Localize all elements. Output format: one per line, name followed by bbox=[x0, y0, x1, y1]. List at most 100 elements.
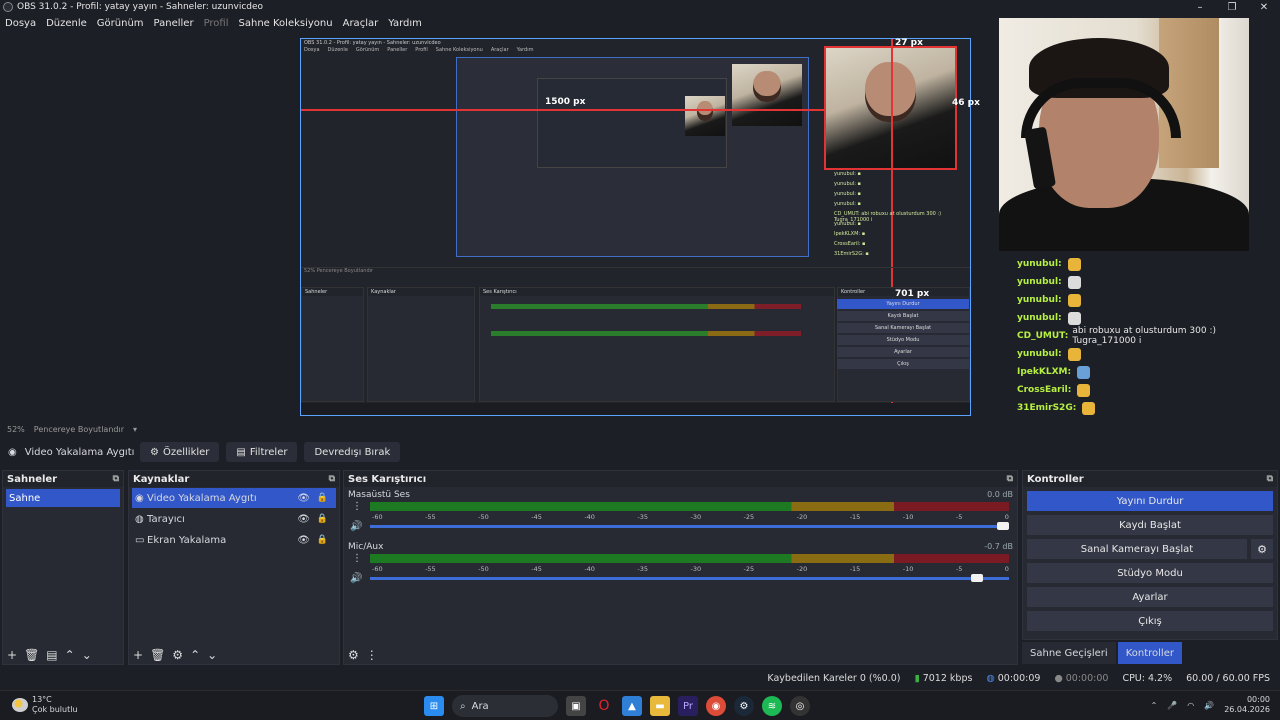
speaker-icon[interactable]: 🔊 bbox=[350, 573, 362, 584]
gear-icon[interactable]: ⚙ bbox=[172, 648, 183, 662]
microphone-icon[interactable]: 🎤 bbox=[1167, 701, 1177, 710]
source-item[interactable]: ◍ Tarayıcı 👁 🔒 bbox=[132, 509, 336, 529]
chevron-up-icon[interactable]: ⌃ bbox=[1151, 701, 1158, 710]
meter-tick: -20 bbox=[796, 565, 808, 573]
maximize-icon[interactable]: ❐ bbox=[1216, 0, 1248, 14]
volume-knob[interactable] bbox=[997, 522, 1009, 530]
minimize-icon[interactable]: – bbox=[1184, 0, 1216, 14]
webcam-source[interactable] bbox=[999, 18, 1249, 251]
menu-docks[interactable]: Paneller bbox=[154, 18, 194, 29]
chrome-icon[interactable]: ◉ bbox=[706, 696, 726, 716]
arrow-down-icon[interactable]: ⌄ bbox=[82, 648, 92, 662]
scene-item[interactable]: Sahne bbox=[6, 489, 120, 507]
measure-right-label: 46 px bbox=[952, 98, 980, 108]
chat-message: 31EmirS2G: bbox=[1017, 399, 1277, 417]
nested-screen-capture: OBS 31.0.2 - Profil: yatay yayın - Sahne… bbox=[300, 38, 971, 416]
add-icon[interactable]: + bbox=[7, 648, 17, 662]
meter-tick: -50 bbox=[478, 513, 489, 521]
photos-icon[interactable]: ▲ bbox=[622, 696, 642, 716]
opera-icon[interactable]: O bbox=[594, 696, 614, 716]
close-icon[interactable]: ✕ bbox=[1248, 0, 1280, 14]
menu-scene-collection[interactable]: Sahne Koleksiyonu bbox=[239, 18, 333, 29]
meter-tick: -40 bbox=[584, 513, 595, 521]
menu-edit[interactable]: Düzenle bbox=[46, 18, 87, 29]
lock-icon[interactable]: 🔒 bbox=[317, 514, 328, 524]
record-icon: ● bbox=[1054, 672, 1063, 684]
studio-mode-button[interactable]: Stüdyo Modu bbox=[1027, 563, 1273, 583]
chat-text: abi robuxu at olusturdum 300 :) Tugra_17… bbox=[1072, 326, 1217, 346]
search-icon: ⌕ bbox=[460, 700, 466, 712]
obs-icon[interactable]: ◎ bbox=[790, 696, 810, 716]
tab-controls[interactable]: Kontroller bbox=[1117, 642, 1182, 664]
menu-view[interactable]: Görünüm bbox=[97, 18, 144, 29]
add-icon[interactable]: + bbox=[133, 648, 143, 662]
taskbar-icons: ⊞ ⌕ Ara ▣ O ▲ ▬ Pr ◉ ⚙ ≋ ◎ bbox=[424, 695, 810, 717]
premiere-icon[interactable]: Pr bbox=[678, 696, 698, 716]
source-item[interactable]: ▭ Ekran Yakalama 👁 🔒 bbox=[132, 530, 336, 550]
preview-canvas[interactable]: OBS 31.0.2 - Profil: yatay yayın - Sahne… bbox=[0, 18, 1280, 421]
popout-icon[interactable]: ⧉ bbox=[1007, 474, 1013, 484]
menu-file[interactable]: Dosya bbox=[5, 18, 36, 29]
properties-button[interactable]: ⚙ Özellikler bbox=[140, 442, 220, 462]
sources-dock: Kaynaklar ⧉ ◉ Video Yakalama Aygıtı 👁 🔒 ◍ Tar… bbox=[128, 470, 340, 665]
speaker-icon[interactable]: 🔊 bbox=[350, 521, 362, 532]
task-view-icon[interactable]: ▣ bbox=[566, 696, 586, 716]
lock-icon[interactable]: 🔒 bbox=[317, 535, 328, 545]
wifi-icon[interactable]: ◠ bbox=[1187, 701, 1194, 710]
monitor-icon: ▭ bbox=[135, 534, 145, 546]
trash-icon[interactable]: 🗑 bbox=[150, 648, 165, 662]
resize-to-window[interactable]: Pencereye Boyutlandır bbox=[34, 425, 124, 434]
emote-icon bbox=[1067, 293, 1081, 307]
virtual-camera-button[interactable]: Sanal Kamerayı Başlat ⚙ bbox=[1027, 539, 1273, 559]
menu-tools[interactable]: Araçlar bbox=[343, 18, 379, 29]
chat-message: yunubul: bbox=[1017, 255, 1277, 273]
eye-icon[interactable]: 👁 bbox=[297, 493, 310, 504]
advanced-audio-icon[interactable]: ⚙ bbox=[348, 648, 359, 662]
windows-start-icon[interactable]: ⊞ bbox=[424, 696, 444, 716]
lock-icon[interactable]: 🔒 bbox=[317, 493, 328, 503]
more-icon[interactable]: ⋮ bbox=[352, 553, 362, 564]
deactivate-button[interactable]: Devredışı Bırak bbox=[304, 442, 401, 462]
chat-message: yunubul: bbox=[1017, 273, 1277, 291]
steam-icon[interactable]: ⚙ bbox=[734, 696, 754, 716]
spotify-icon[interactable]: ≋ bbox=[762, 696, 782, 716]
eye-icon[interactable]: 👁 bbox=[297, 514, 310, 525]
stop-stream-button[interactable]: Yayını Durdur bbox=[1027, 491, 1273, 511]
more-icon[interactable]: ⋮ bbox=[352, 501, 362, 512]
eye-icon[interactable]: 👁 bbox=[297, 535, 310, 546]
settings-button[interactable]: Ayarlar bbox=[1027, 587, 1273, 607]
volume-icon[interactable]: 🔊 bbox=[1204, 701, 1214, 710]
arrow-up-icon[interactable]: ⌃ bbox=[190, 648, 200, 662]
folder-icon[interactable]: ▬ bbox=[650, 696, 670, 716]
popout-icon[interactable]: ⧉ bbox=[113, 474, 119, 484]
taskbar-search[interactable]: ⌕ Ara bbox=[452, 695, 558, 717]
more-icon[interactable]: ⋮ bbox=[366, 648, 378, 662]
popout-icon[interactable]: ⧉ bbox=[329, 474, 335, 484]
arrow-up-icon[interactable]: ⌃ bbox=[65, 648, 75, 662]
volume-slider[interactable] bbox=[370, 574, 1009, 582]
selected-source-name: Video Yakalama Aygıtı bbox=[24, 446, 135, 458]
source-item[interactable]: ◉ Video Yakalama Aygıtı 👁 🔒 bbox=[132, 488, 336, 508]
volume-slider[interactable] bbox=[370, 522, 1009, 530]
exit-button[interactable]: Çıkış bbox=[1027, 611, 1273, 631]
weather-text: Çok bulutlu bbox=[32, 705, 78, 714]
popout-icon[interactable]: ⧉ bbox=[1267, 474, 1273, 484]
chat-message: CrossEaril: bbox=[1017, 381, 1277, 399]
sources-footer: + 🗑 ⚙ ⌃ ⌄ bbox=[133, 648, 217, 662]
title-bar: OBS 31.0.2 - Profil: yatay yayın - Sahne… bbox=[0, 0, 1280, 14]
arrow-down-icon[interactable]: ⌄ bbox=[207, 648, 217, 662]
volume-knob[interactable] bbox=[971, 574, 984, 582]
menu-profile[interactable]: Profil bbox=[204, 18, 229, 29]
start-record-button[interactable]: Kaydı Başlat bbox=[1027, 515, 1273, 535]
menu-help[interactable]: Yardım bbox=[388, 18, 422, 29]
dock-tabs: Sahne Geçişleri Kontroller bbox=[1022, 642, 1182, 664]
gear-icon[interactable]: ⚙ bbox=[1251, 539, 1273, 559]
filter-icon[interactable]: ▤ bbox=[46, 648, 57, 662]
tab-scene-transitions[interactable]: Sahne Geçişleri bbox=[1022, 642, 1116, 664]
filters-button[interactable]: ▤ Filtreler bbox=[226, 442, 298, 462]
weather-widget[interactable]: 13°C Çok bulutlu bbox=[12, 695, 78, 715]
clock[interactable]: 00:00 26.04.2026 bbox=[1224, 695, 1270, 715]
trash-icon[interactable]: 🗑 bbox=[24, 648, 39, 662]
filter-icon: ▤ bbox=[236, 446, 246, 458]
chevron-down-icon[interactable]: ▾ bbox=[133, 425, 137, 434]
